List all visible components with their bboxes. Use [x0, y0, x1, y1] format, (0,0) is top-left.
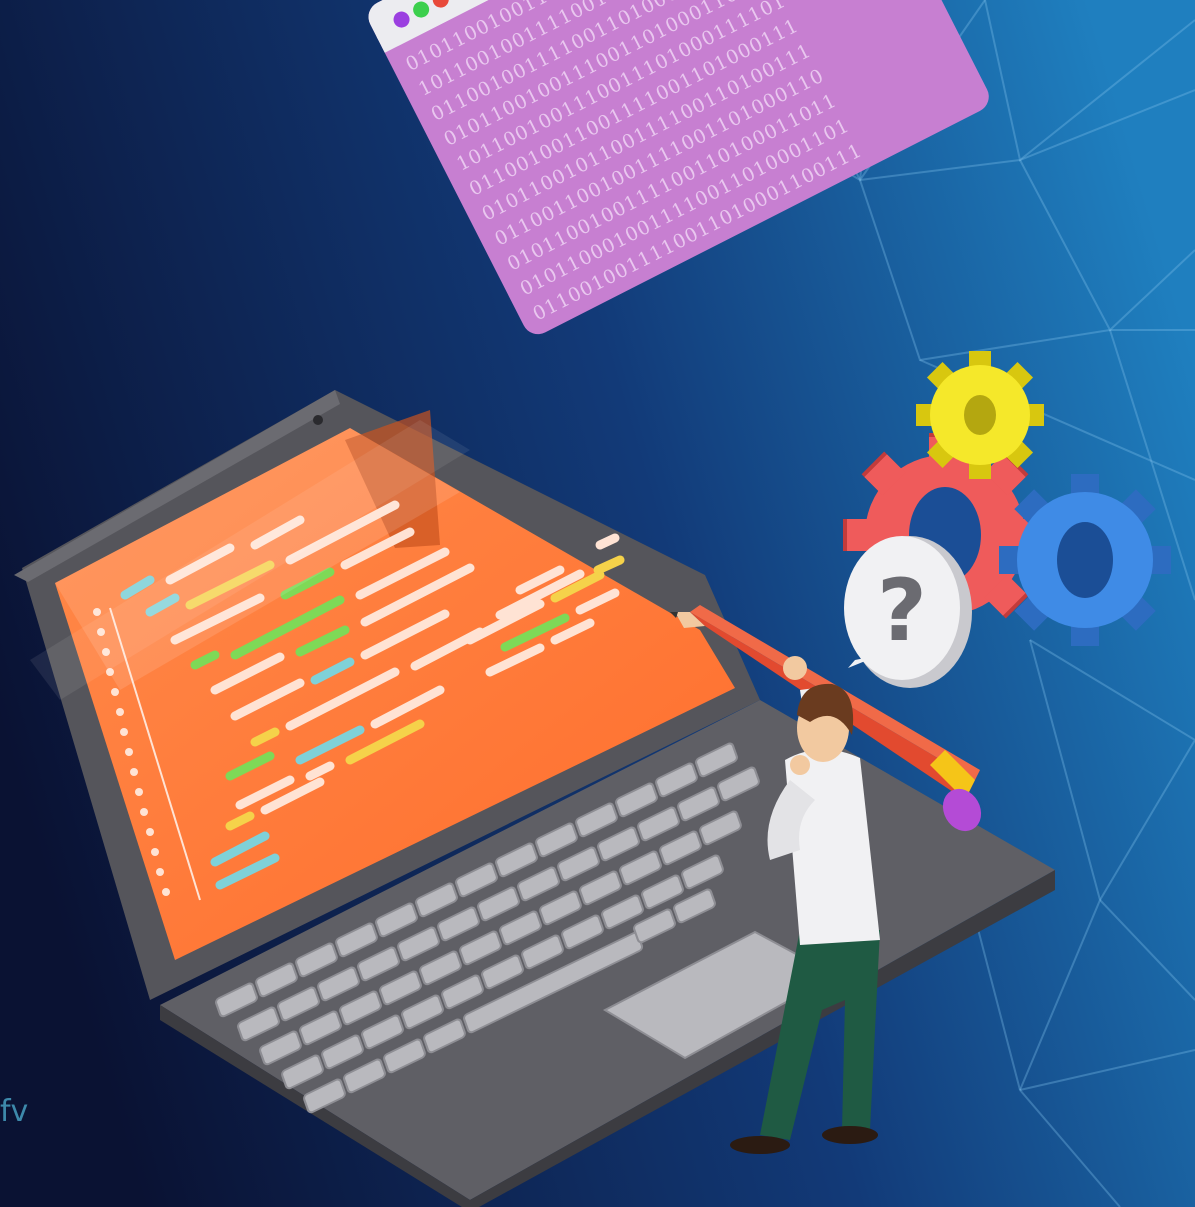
illustration-scene: 0101100100111100110100011011 10110010011…	[0, 0, 1195, 1207]
gear-yellow-icon	[916, 351, 1044, 479]
gear-blue-icon	[999, 474, 1171, 646]
webcam-icon	[313, 415, 323, 425]
watermark-text: fv	[0, 1094, 29, 1129]
question-mark: ?	[877, 561, 927, 661]
